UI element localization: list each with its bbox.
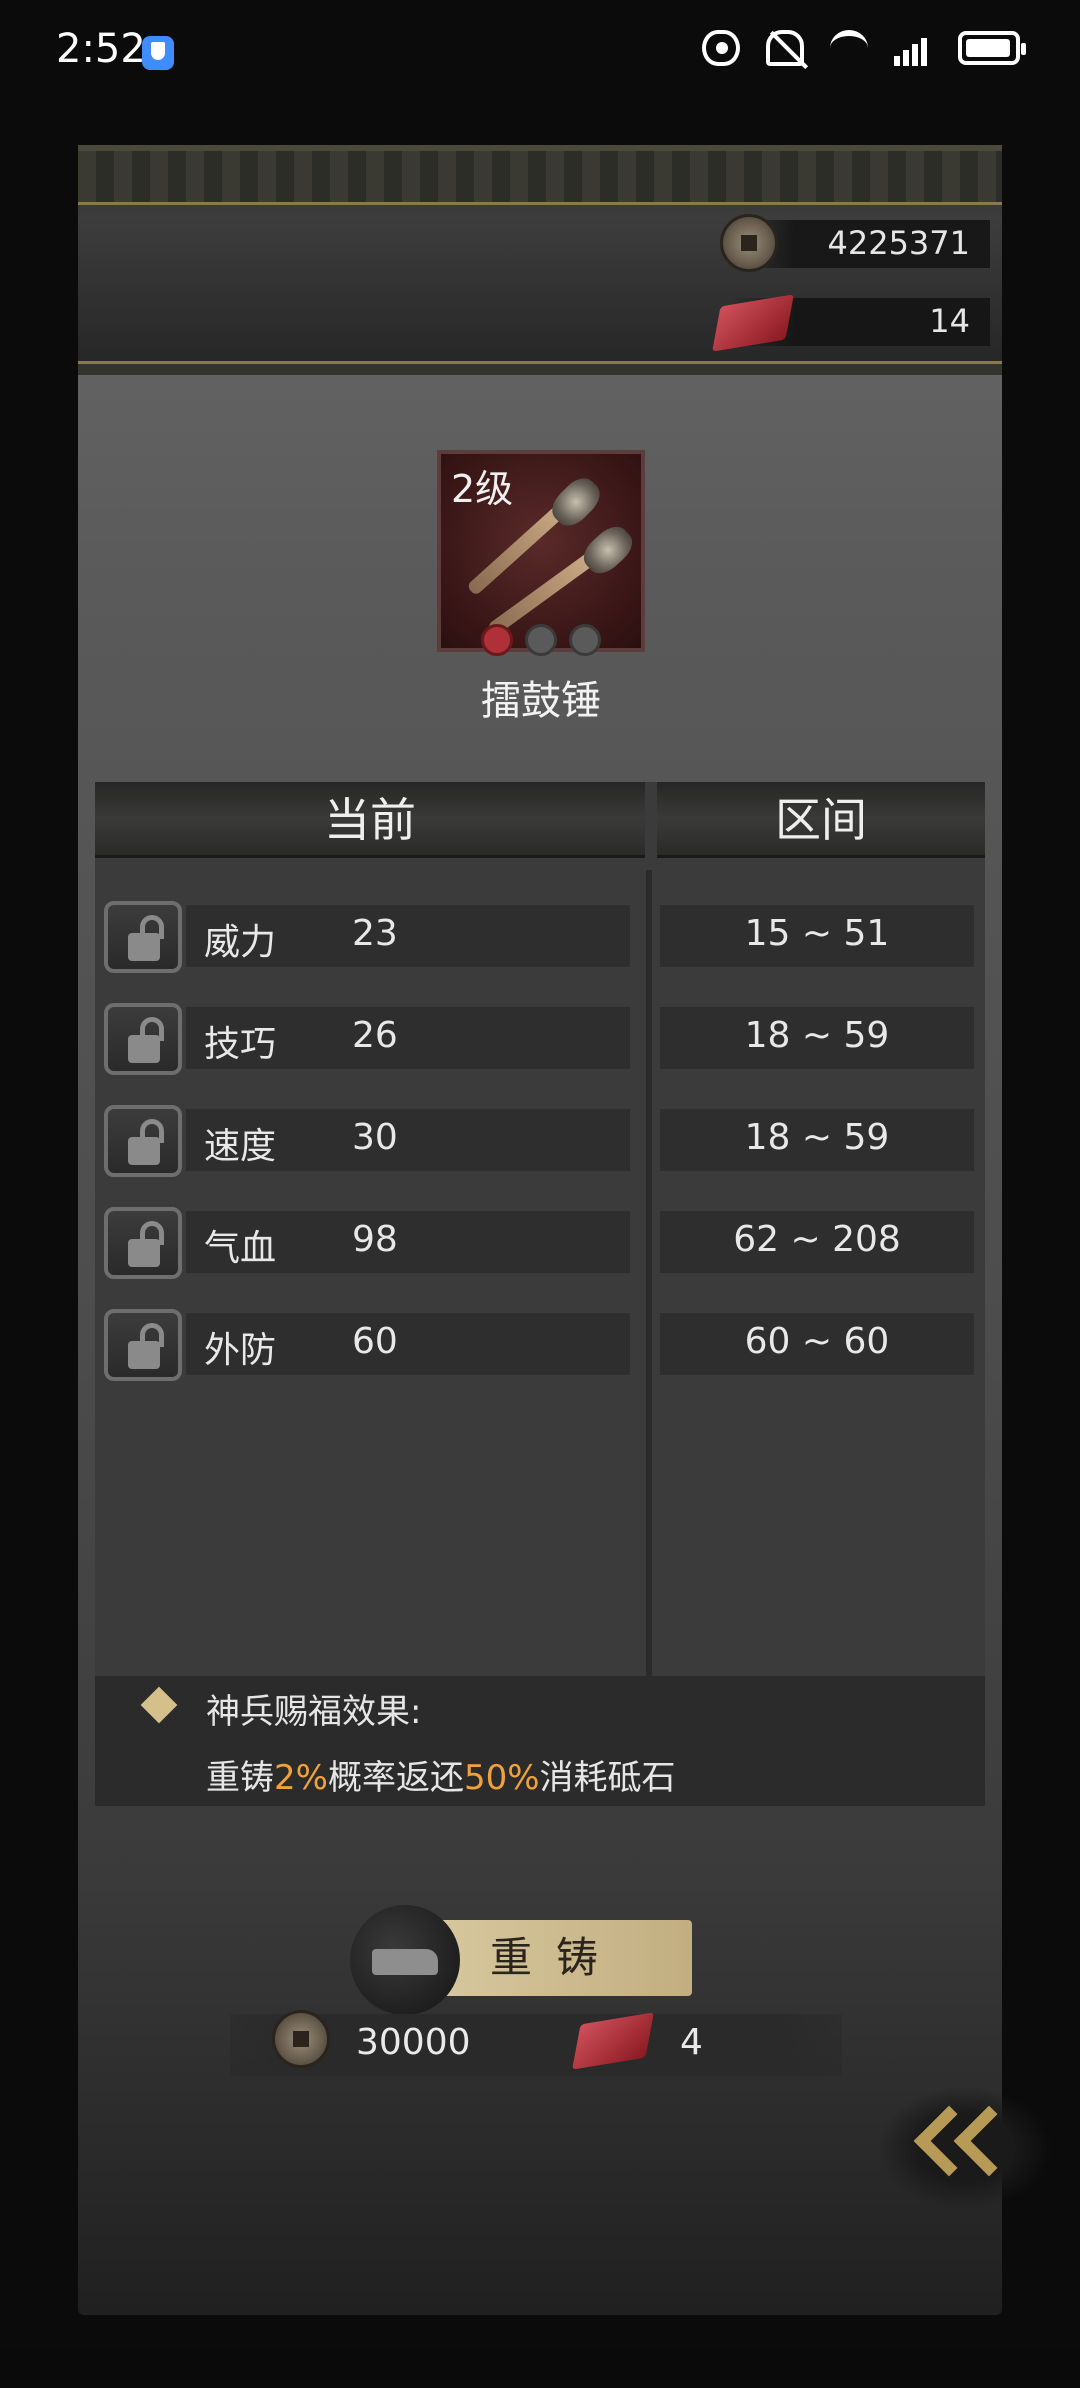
lock-icon[interactable] <box>104 901 182 973</box>
socket-row <box>481 624 601 656</box>
lock-body <box>128 933 160 961</box>
cost-coins: 30000 <box>356 2022 471 2063</box>
coin-amount: 4225371 <box>827 224 970 262</box>
shield-icon <box>142 36 174 70</box>
item-level: 2级 <box>451 467 514 511</box>
stat-value: 23 <box>352 913 398 954</box>
lock-icon[interactable] <box>104 1105 182 1177</box>
bell-off-icon <box>766 30 804 66</box>
battery-icon <box>958 31 1026 65</box>
stat-range: 15 ~ 51 <box>744 913 890 954</box>
status-time: 2:52 <box>56 26 146 72</box>
signal-5g-icon <box>894 30 932 66</box>
whetstone-amount: 14 <box>929 302 970 340</box>
stat-value: 30 <box>352 1117 398 1158</box>
wifi-icon <box>830 30 868 66</box>
whetstone-counter: 14 <box>712 294 990 352</box>
coin-icon <box>272 2010 330 2068</box>
panel-header-trim <box>78 361 1002 375</box>
lock-icon[interactable] <box>104 1309 182 1381</box>
header-range: 区间 <box>657 782 985 858</box>
cost-whetstones: 4 <box>680 2022 703 2063</box>
lock-icon[interactable] <box>104 1207 182 1279</box>
lock-body <box>128 1035 160 1063</box>
table-divider <box>646 870 652 1705</box>
stat-name: 威力 <box>204 922 277 963</box>
eye-icon <box>702 30 740 66</box>
reforge-button[interactable]: 重铸 <box>420 1920 692 1996</box>
status-bar: 2:52 <box>0 0 1080 110</box>
lock-body <box>128 1239 160 1267</box>
stat-range: 18 ~ 59 <box>744 1117 890 1158</box>
header-current: 当前 <box>95 782 645 858</box>
stat-name: 外防 <box>204 1330 277 1371</box>
socket-icon <box>569 624 601 656</box>
status-icons <box>702 30 1026 66</box>
hammer-head <box>577 519 639 581</box>
stat-range: 62 ~ 208 <box>733 1219 901 1260</box>
stat-value: 98 <box>352 1219 398 1260</box>
back-button[interactable] <box>880 2068 1050 2218</box>
stat-range: 60 ~ 60 <box>744 1321 890 1362</box>
nav-bar <box>0 2350 1080 2388</box>
stat-name: 气血 <box>204 1228 277 1269</box>
panel-header-ornament <box>78 151 1002 205</box>
stat-value: 26 <box>352 1015 398 1056</box>
blessing-text: 重铸2%概率返还50%消耗砥石 <box>206 1758 676 1798</box>
lock-icon[interactable] <box>104 1003 182 1075</box>
lock-body <box>128 1137 160 1165</box>
item-name: 擂鼓锤 <box>481 678 601 724</box>
blessing-title: 神兵赐福效果: <box>206 1692 422 1732</box>
socket-icon <box>525 624 557 656</box>
coin-icon <box>720 214 778 272</box>
stat-name: 技巧 <box>204 1024 277 1065</box>
anvil-icon <box>350 1905 460 2015</box>
stat-name: 速度 <box>204 1126 277 1167</box>
weapon-item[interactable]: 2级 <box>437 450 645 656</box>
lock-body <box>128 1341 160 1369</box>
coin-counter: 4225371 <box>720 214 990 272</box>
stat-value: 60 <box>352 1321 398 1362</box>
socket-icon <box>481 624 513 656</box>
stat-range: 18 ~ 59 <box>744 1015 890 1056</box>
